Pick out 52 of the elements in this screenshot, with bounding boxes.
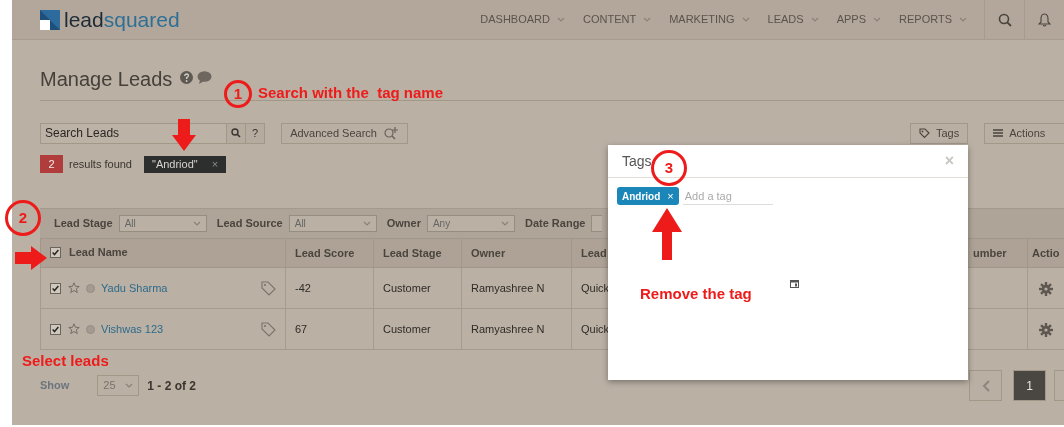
filter-label: Lead Stage — [54, 216, 113, 232]
logo-text: squared — [103, 8, 180, 31]
table-cell: Ramyashree N — [461, 308, 572, 350]
nav-item[interactable]: DASHBOARD — [471, 11, 574, 28]
result-count: 2 — [40, 155, 63, 173]
nav-item[interactable]: APPS — [827, 11, 890, 28]
filter-label: Lead Source — [216, 216, 283, 232]
column-header: Owner — [461, 238, 572, 268]
table-cell: -42 — [285, 267, 374, 309]
nav-item[interactable]: MARKETING — [660, 11, 759, 28]
advanced-search-button[interactable]: Advanced Search — [281, 122, 408, 144]
column-header: Lead Name — [69, 244, 128, 260]
column-header: Lead Stage — [373, 238, 462, 268]
lead-name-link[interactable]: Yadu Sharma — [101, 279, 168, 297]
filter-chip-label: "Andriod" — [152, 156, 198, 172]
results-label: results found — [69, 156, 132, 172]
column-header: Actio — [1027, 238, 1064, 268]
table-cell: 67 — [285, 308, 374, 350]
tag-label: Andriod — [622, 189, 661, 204]
help-button[interactable]: ? — [246, 122, 266, 144]
search-field[interactable]: Search Leads — [40, 122, 228, 144]
filter-label: Owner — [386, 216, 421, 232]
page-button[interactable]: 1 — [1013, 370, 1046, 401]
nav-item[interactable]: LEADS — [758, 11, 828, 28]
table-cell: Customer — [373, 267, 462, 309]
remove-tag-button[interactable]: × — [667, 187, 674, 205]
page-range: 1 - 2 of 2 — [147, 377, 197, 395]
filter-select[interactable]: All — [118, 215, 207, 232]
nav-item[interactable]: REPORTS — [890, 11, 976, 28]
callout-number: 3 — [651, 150, 687, 186]
page-title: Manage Leads — [40, 67, 173, 91]
page-size-select[interactable]: 25 — [97, 375, 140, 396]
column-header: Lead Score — [285, 238, 374, 268]
dialog-title: Tags — [622, 151, 652, 171]
callout-text: Remove the tag — [640, 284, 752, 304]
callout-number: 1 — [224, 80, 252, 108]
logo-text: lead — [64, 8, 104, 31]
lead-name-link[interactable]: Vishwas 123 — [101, 320, 164, 338]
tags-button[interactable]: Tags — [910, 122, 969, 144]
callout-number: 2 — [5, 200, 41, 236]
table-cell: Customer — [373, 308, 462, 350]
filter-label: Date Range — [524, 216, 586, 232]
nav-item[interactable]: CONTENT — [574, 11, 661, 28]
remove-filter-button[interactable]: × — [211, 155, 219, 173]
filter-select[interactable]: Any — [426, 215, 515, 232]
callout-text: Select leads — [22, 351, 109, 371]
callout-text: Search with the tag name — [258, 83, 444, 103]
show-label: Show — [40, 378, 70, 394]
close-button[interactable]: × — [944, 149, 954, 173]
table-cell: Ramyashree N — [461, 267, 572, 309]
actions-button[interactable]: Actions — [984, 122, 1064, 144]
filter-select[interactable]: All — [288, 215, 377, 232]
